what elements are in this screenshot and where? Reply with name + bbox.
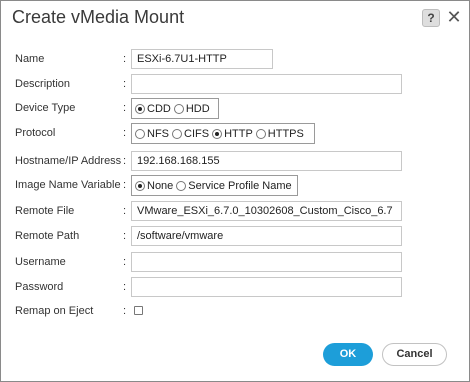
password-label: Password <box>15 281 64 293</box>
password-row: Password : <box>1 277 470 299</box>
image-name-variable-label: Image Name Variable <box>15 179 121 191</box>
colon: : <box>123 256 127 268</box>
description-row: Description : <box>1 74 470 96</box>
protocol-radio-group: NFS CIFS HTTP HTTPS <box>131 123 315 144</box>
radio-unchecked-icon[interactable] <box>255 128 266 139</box>
image-name-variable-radio-group: None Service Profile Name <box>131 175 298 196</box>
description-label: Description <box>15 78 71 90</box>
remote-path-row: Remote Path : /software/vmware <box>1 226 470 248</box>
protocol-option-https[interactable]: HTTPS <box>255 127 304 140</box>
colon: : <box>123 155 127 167</box>
protocol-option-http[interactable]: HTTP <box>212 128 253 140</box>
protocol-option-label: NFS <box>147 127 169 140</box>
device-type-option-hdd[interactable]: HDD <box>173 102 210 115</box>
hostname-row: Hostname/IP Address : 192.168.168.155 <box>1 151 470 173</box>
colon: : <box>123 305 127 317</box>
hostname-label: Hostname/IP Address <box>15 155 122 167</box>
device-type-label: Device Type <box>15 102 76 114</box>
radio-unchecked-icon[interactable] <box>172 128 182 139</box>
remap-on-eject-label: Remap on Eject <box>15 305 94 317</box>
protocol-row: Protocol : NFS CIFS HTTP HTTPS <box>1 123 470 145</box>
colon: : <box>123 78 127 90</box>
remote-file-row: Remote File : VMware_ESXi_6.7.0_10302608… <box>1 201 470 223</box>
colon: : <box>123 230 127 242</box>
remote-path-label: Remote Path <box>15 230 80 242</box>
radio-unchecked-icon[interactable] <box>176 180 187 191</box>
close-icon[interactable]: ✕ <box>445 7 463 27</box>
device-type-row: Device Type : CDD HDD <box>1 98 470 120</box>
remap-on-eject-row: Remap on Eject : <box>1 303 470 325</box>
image-name-variable-row: Image Name Variable : None Service Profi… <box>1 175 470 197</box>
cancel-button[interactable]: Cancel <box>382 343 447 366</box>
device-type-option-cdd[interactable]: CDD <box>135 103 171 115</box>
create-vmedia-mount-dialog: Create vMedia Mount ? ✕ Name : ESXi-6.7U… <box>0 0 470 382</box>
username-row: Username : <box>1 252 470 274</box>
image-name-option-service-profile-name[interactable]: Service Profile Name <box>176 179 292 192</box>
name-row: Name : ESXi-6.7U1-HTTP <box>1 49 470 71</box>
hostname-input[interactable]: 192.168.168.155 <box>131 151 402 171</box>
protocol-option-nfs[interactable]: NFS <box>135 128 169 140</box>
username-input[interactable] <box>131 252 402 272</box>
ok-button[interactable]: OK <box>323 343 373 366</box>
name-input[interactable]: ESXi-6.7U1-HTTP <box>131 49 273 69</box>
colon: : <box>123 102 127 114</box>
remote-file-label: Remote File <box>15 205 75 217</box>
password-input[interactable] <box>131 277 402 297</box>
colon: : <box>123 53 127 65</box>
radio-checked-icon[interactable] <box>135 180 145 191</box>
radio-unchecked-icon[interactable] <box>173 103 184 114</box>
dialog-title: Create vMedia Mount <box>12 7 185 27</box>
protocol-label: Protocol <box>15 127 56 139</box>
description-input[interactable] <box>131 74 402 94</box>
username-label: Username <box>15 256 66 268</box>
protocol-option-label: HTTPS <box>267 127 304 140</box>
device-type-radio-group: CDD HDD <box>131 98 219 119</box>
radio-checked-icon[interactable] <box>212 128 223 139</box>
image-name-option-label: Service Profile Name <box>188 179 292 192</box>
colon: : <box>123 281 127 293</box>
remote-file-input[interactable]: VMware_ESXi_6.7.0_10302608_Custom_Cisco_… <box>131 201 402 221</box>
help-button[interactable]: ? <box>422 9 440 27</box>
colon: : <box>123 127 127 139</box>
device-type-option-label: CDD <box>147 102 171 115</box>
remote-path-input[interactable]: /software/vmware <box>131 226 402 246</box>
remap-on-eject-checkbox[interactable] <box>134 306 143 315</box>
protocol-option-label: HTTP <box>224 127 253 140</box>
colon: : <box>123 179 127 191</box>
name-label: Name <box>15 53 45 65</box>
device-type-option-label: HDD <box>185 102 210 115</box>
protocol-option-label: CIFS <box>184 127 210 140</box>
radio-checked-icon[interactable] <box>135 103 145 114</box>
radio-unchecked-icon[interactable] <box>135 128 145 139</box>
image-name-option-label: None <box>147 179 174 192</box>
image-name-option-none[interactable]: None <box>135 180 173 192</box>
colon: : <box>123 205 127 217</box>
protocol-option-cifs[interactable]: CIFS <box>172 128 209 140</box>
